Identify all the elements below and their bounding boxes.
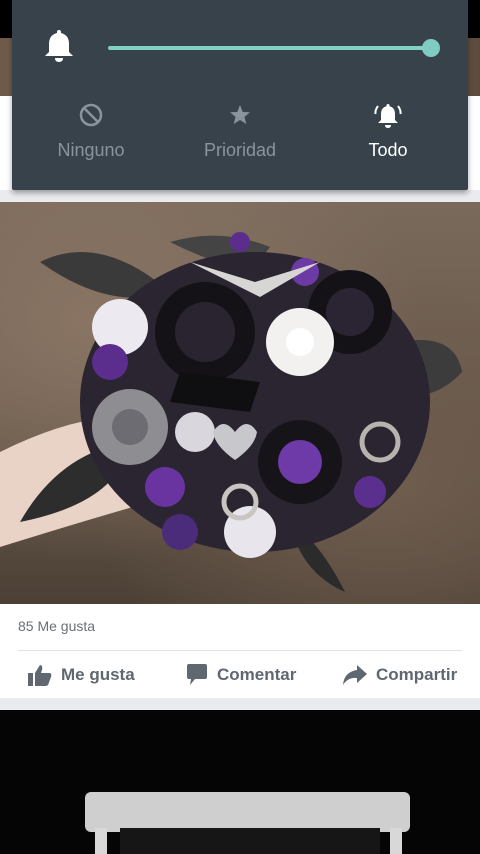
bouquet-image xyxy=(0,232,462,592)
mode-priority[interactable]: Prioridad xyxy=(170,100,310,161)
share-arrow-icon xyxy=(343,665,367,685)
bell-icon xyxy=(44,28,74,67)
mode-none[interactable]: Ninguno xyxy=(21,100,161,161)
mode-none-label: Ninguno xyxy=(57,140,125,160)
comment-button[interactable]: Comentar xyxy=(186,652,296,698)
post-actions: Me gusta Comentar Compartir xyxy=(0,652,480,698)
star-icon xyxy=(170,100,310,130)
mode-all-label: Todo xyxy=(368,140,408,160)
mode-all[interactable]: Todo xyxy=(318,100,458,161)
like-button[interactable]: Me gusta xyxy=(28,652,135,698)
next-post-image[interactable] xyxy=(0,710,480,854)
share-button[interactable]: Compartir xyxy=(343,652,457,698)
likes-count[interactable]: 85 Me gusta xyxy=(18,618,95,634)
volume-slider-track[interactable] xyxy=(108,46,432,50)
next-post-photo xyxy=(85,792,410,854)
divider xyxy=(18,650,462,651)
comment-label: Comentar xyxy=(217,665,297,684)
volume-slider-thumb[interactable] xyxy=(422,39,440,57)
block-icon xyxy=(21,100,161,130)
post-photo[interactable] xyxy=(0,202,480,604)
share-label: Compartir xyxy=(376,665,458,684)
like-label: Me gusta xyxy=(61,665,135,684)
post-card: 85 Me gusta Me gusta Comentar Compartir xyxy=(0,202,480,698)
ringing-bell-icon xyxy=(318,100,458,130)
mode-priority-label: Prioridad xyxy=(203,140,277,160)
thumbs-up-icon xyxy=(28,665,52,686)
sound-settings-panel: Ninguno Prioridad Todo xyxy=(12,0,468,190)
comment-icon xyxy=(187,664,207,685)
